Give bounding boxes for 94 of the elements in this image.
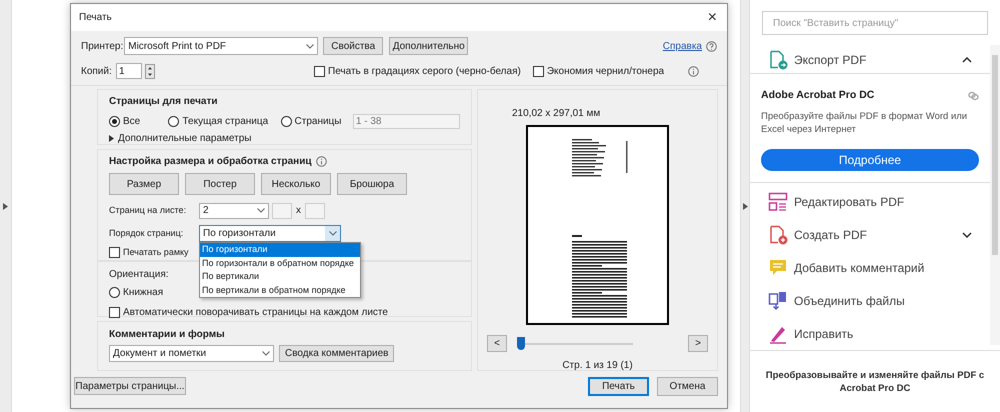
- copies-field[interactable]: 1: [116, 63, 142, 79]
- button[interactable]: Дополнительно: [389, 37, 468, 55]
- comment-icon: [768, 258, 788, 278]
- button[interactable]: >: [688, 335, 708, 352]
- document-plus-icon: [768, 224, 788, 244]
- tool-label: Исправить: [794, 326, 854, 342]
- tool-label: Добавить комментарий: [794, 260, 924, 276]
- tool-item[interactable]: Создать PDF: [750, 218, 990, 251]
- select-value: По горизонтали: [203, 227, 276, 241]
- select-value: Документ и пометки: [113, 347, 206, 361]
- field-label: Страниц на листе:: [109, 204, 188, 217]
- button[interactable]: Брошюра: [337, 173, 407, 195]
- section-title: Страницы для печати: [109, 95, 219, 109]
- button[interactable]: Сводка комментариев: [279, 345, 394, 362]
- section-title: Настройка размера и обработка страниц: [109, 155, 312, 169]
- option-label: Экономия чернил/тонера: [546, 64, 664, 78]
- pages-per-sheet-select[interactable]: 2: [199, 202, 269, 218]
- button[interactable]: <: [487, 335, 507, 352]
- printer-value: Microsoft Print to PDF: [128, 40, 226, 54]
- export-pdf-row[interactable]: Экспорт PDF: [750, 47, 990, 74]
- checkbox[interactable]: [532, 66, 544, 76]
- page-counter: Стр. 1 из 19 (1): [562, 359, 633, 373]
- checkbox[interactable]: [109, 307, 120, 318]
- more-options-toggle[interactable]: Дополнительные параметры: [118, 131, 252, 146]
- slider-thumb[interactable]: [517, 336, 525, 350]
- info-icon[interactable]: [316, 156, 326, 167]
- checkbox-label: Печатать рамку: [123, 246, 189, 259]
- checkbox[interactable]: [109, 247, 120, 258]
- radio-label: Текущая страница: [182, 114, 268, 128]
- window-title: Печать: [79, 11, 112, 25]
- menu-item[interactable]: По вертикали: [200, 270, 360, 284]
- button[interactable]: Постер: [185, 173, 255, 195]
- checkbox-label: Автоматически поворачивать страницы на каждом листе: [123, 306, 388, 320]
- checkbox[interactable]: [314, 66, 325, 76]
- menu-item[interactable]: По вертикали в обратном порядке: [200, 284, 360, 297]
- button[interactable]: Свойства: [323, 37, 384, 55]
- expand-arrow-icon[interactable]: [742, 202, 748, 210]
- caret-icon: [262, 351, 270, 356]
- caret-icon: [328, 231, 336, 236]
- select-value: 2: [203, 204, 209, 218]
- dialog-button[interactable]: Печать: [588, 376, 649, 396]
- button[interactable]: Несколько: [261, 173, 331, 195]
- promo-text: Преобразуйте файлы PDF в формат Word или Excel через Интернет: [761, 110, 968, 136]
- learn-more-button[interactable]: Подробнее: [761, 148, 979, 171]
- tool-item[interactable]: Объединить файлы: [750, 284, 990, 317]
- times-sign: x: [296, 204, 301, 218]
- radio-label: Страницы: [294, 114, 342, 128]
- document-export-icon: [768, 50, 788, 70]
- expand-arrow-icon[interactable]: [3, 202, 8, 210]
- field-label: Порядок страниц:: [109, 226, 184, 240]
- radio-button[interactable]: [109, 287, 120, 298]
- caret-icon: [306, 44, 314, 48]
- close-button[interactable]: ×: [704, 10, 721, 26]
- menu-item[interactable]: По горизонтали в обратном порядке: [200, 256, 360, 270]
- radio-button[interactable]: [280, 116, 292, 126]
- tool-item[interactable]: Добавить комментарий: [750, 251, 990, 284]
- tool-item[interactable]: Исправить: [750, 317, 990, 350]
- paper-size: 210,02 x 297,01 мм: [512, 107, 600, 121]
- button[interactable]: Размер: [109, 173, 179, 195]
- scrollbar[interactable]: [990, 45, 1000, 345]
- printer-label: Принтер:: [81, 40, 124, 54]
- section-title: Ориентация:: [109, 268, 169, 282]
- info-icon[interactable]: [688, 66, 700, 76]
- caret-icon: [257, 208, 265, 213]
- tool-label: Редактировать PDF: [794, 194, 904, 210]
- printer-select[interactable]: Microsoft Print to PDF: [124, 37, 318, 55]
- files-icon: [768, 290, 788, 310]
- menu-item[interactable]: По горизонтали: [200, 243, 360, 256]
- comments-select[interactable]: Документ и пометки: [109, 345, 274, 362]
- radio-label: Книжная: [123, 286, 164, 300]
- tool-label: Экспорт PDF: [794, 52, 866, 69]
- footer-text: Преобразовывайте и изменяйте файлы PDF с Acrobat Pro DC: [764, 368, 986, 394]
- promo-title: Adobe Acrobat Pro DC: [761, 88, 874, 103]
- chevron-icon[interactable]: [962, 56, 972, 63]
- tool-label: Объединить файлы: [794, 292, 905, 310]
- help-icon[interactable]: [706, 40, 717, 52]
- tool-label: Создать PDF: [794, 226, 867, 244]
- option-label: Печать в градациях серого (черно-белая): [328, 64, 521, 78]
- tool-item[interactable]: Редактировать PDF: [750, 185, 990, 218]
- help-link[interactable]: Справка: [662, 38, 702, 54]
- dialog-button[interactable]: Отмена: [657, 376, 718, 396]
- copies-label: Копий:: [81, 64, 113, 78]
- button[interactable]: Параметры страницы...: [74, 377, 186, 395]
- disclosure-icon[interactable]: [109, 135, 114, 142]
- rows-field[interactable]: [305, 202, 325, 218]
- layout-icon: [768, 192, 788, 212]
- chevron-icon[interactable]: [962, 232, 972, 238]
- radio-button[interactable]: [168, 116, 180, 126]
- radio-button[interactable]: [109, 116, 120, 126]
- spinner-icon[interactable]: [145, 64, 155, 78]
- page-order-select[interactable]: По горизонтали: [199, 225, 341, 242]
- section-title: Комментарии и формы: [109, 328, 226, 342]
- columns-field[interactable]: [272, 202, 292, 218]
- radio-label: Все: [123, 114, 140, 128]
